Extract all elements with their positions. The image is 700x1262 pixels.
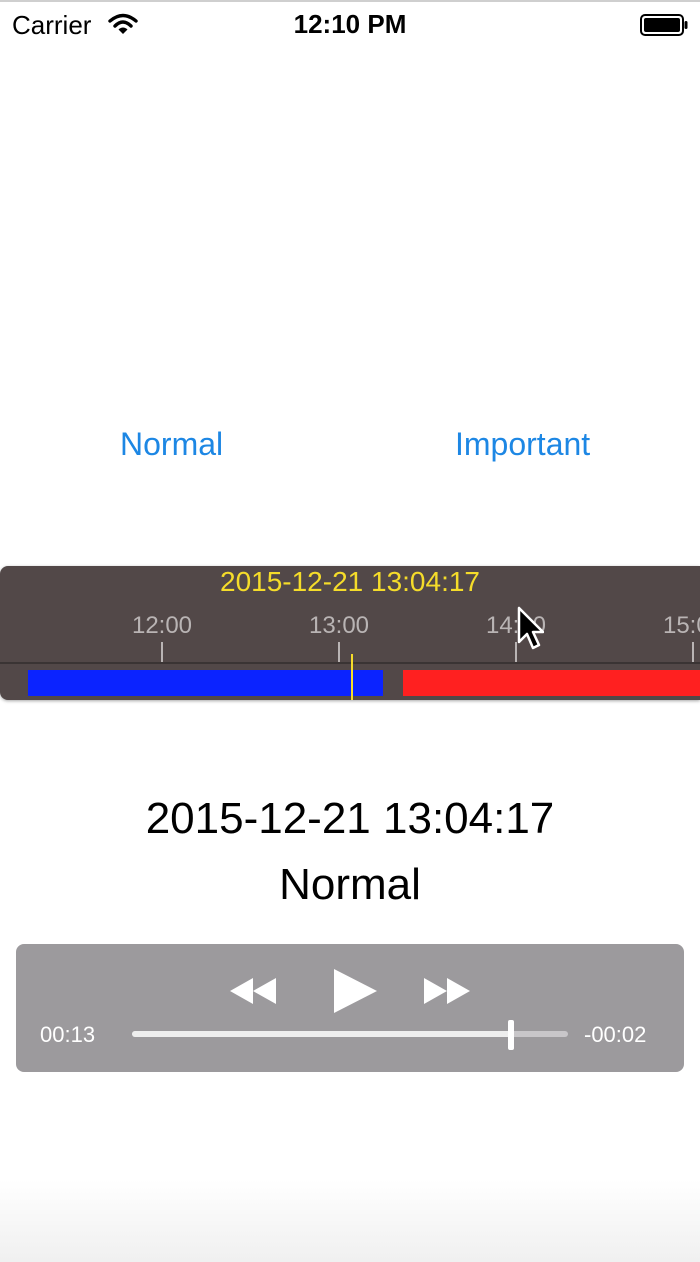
timeline-cursor [351, 654, 353, 700]
tick-mark [692, 642, 694, 664]
mouse-pointer-icon [517, 606, 544, 650]
bottom-shadow [0, 1180, 700, 1262]
tick-mark [161, 642, 163, 664]
fast-forward-icon[interactable] [422, 976, 472, 1006]
play-icon[interactable] [332, 968, 378, 1014]
selected-datetime: 2015-12-21 13:04:17 [145, 794, 555, 843]
normal-recording-segment[interactable] [28, 670, 383, 696]
media-player-controls: 00:13 -00:02 [16, 944, 684, 1072]
tick-mark [338, 642, 340, 664]
remaining-time: -00:02 [584, 1022, 647, 1047]
timeline-baseline [0, 662, 700, 664]
elapsed-time: 00:13 [40, 1022, 96, 1047]
selected-type: Normal [279, 860, 421, 909]
battery-icon [640, 14, 688, 36]
status-clock: 12:10 PM [293, 9, 407, 39]
tick-label: 15:00 [662, 612, 700, 639]
normal-button[interactable]: Normal [120, 426, 223, 463]
important-recording-segment[interactable] [403, 670, 700, 696]
tick-label: 12:00 [131, 612, 193, 639]
timeline-scroller[interactable]: 2015-12-21 13:04:17 12:00 13:00 14:00 15… [0, 566, 700, 700]
progress-fill [132, 1031, 512, 1037]
timeline-datetime: 2015-12-21 13:04:17 [220, 566, 480, 597]
progress-thumb[interactable] [508, 1020, 515, 1050]
tick-label: 13:00 [308, 612, 370, 639]
rewind-icon[interactable] [228, 976, 278, 1006]
important-button[interactable]: Important [455, 426, 590, 463]
